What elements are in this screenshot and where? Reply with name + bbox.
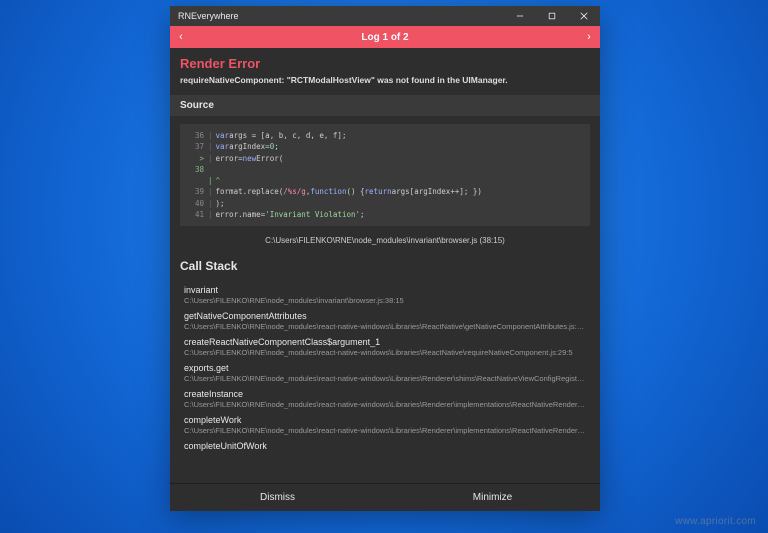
- dismiss-button[interactable]: Dismiss: [170, 484, 385, 511]
- stack-frame-function: createInstance: [184, 389, 586, 399]
- prev-log-button[interactable]: ‹: [170, 31, 192, 43]
- code-line: 39| format.replace(/%s/g,function() {ret…: [188, 186, 582, 197]
- app-window: RNEverywhere ‹ Log 1 of 2 › Render Error…: [170, 6, 600, 511]
- error-body[interactable]: Source 36|var args = [a, b, c, d, e, f];…: [170, 95, 600, 483]
- stack-frame-function: createReactNativeComponentClass$argument…: [184, 337, 586, 347]
- close-window-button[interactable]: [568, 6, 600, 26]
- stack-frame-function: getNativeComponentAttributes: [184, 311, 586, 321]
- source-file-path: C:\Users\FILENKO\RNE\node_modules\invari…: [170, 234, 600, 253]
- next-log-button[interactable]: ›: [578, 31, 600, 43]
- error-title: Render Error: [180, 56, 590, 71]
- minimize-window-button[interactable]: [504, 6, 536, 26]
- stack-frame-function: completeUnitOfWork: [184, 441, 586, 451]
- close-icon: [580, 12, 588, 20]
- log-counter: Log 1 of 2: [192, 32, 578, 43]
- call-stack-list: invariant C:\Users\FILENKO\RNE\node_modu…: [170, 277, 600, 453]
- stack-frame-path: C:\Users\FILENKO\RNE\node_modules\react-…: [184, 374, 586, 383]
- source-section-header: Source: [170, 95, 600, 116]
- error-header: Render Error requireNativeComponent: "RC…: [170, 48, 600, 95]
- code-line: |^: [188, 175, 582, 186]
- stack-frame-path: C:\Users\FILENKO\RNE\node_modules\react-…: [184, 322, 586, 331]
- log-navbar: ‹ Log 1 of 2 ›: [170, 26, 600, 48]
- stack-frame-function: completeWork: [184, 415, 586, 425]
- error-message: requireNativeComponent: "RCTModalHostVie…: [180, 75, 590, 85]
- code-line: 36|var args = [a, b, c, d, e, f];: [188, 130, 582, 141]
- code-line: 37|var argIndex=0;: [188, 141, 582, 152]
- desktop-background: RNEverywhere ‹ Log 1 of 2 › Render Error…: [0, 0, 768, 533]
- minimize-button[interactable]: Minimize: [385, 484, 600, 511]
- stack-frame-path: C:\Users\FILENKO\RNE\node_modules\react-…: [184, 426, 586, 435]
- stack-frame-function: invariant: [184, 285, 586, 295]
- footer-bar: Dismiss Minimize: [170, 483, 600, 511]
- stack-frame[interactable]: createInstance C:\Users\FILENKO\RNE\node…: [170, 385, 600, 411]
- watermark-text: www.apriorit.com: [675, 516, 756, 527]
- callstack-section-header: Call Stack: [170, 253, 600, 277]
- stack-frame-path: C:\Users\FILENKO\RNE\node_modules\invari…: [184, 296, 586, 305]
- stack-frame[interactable]: invariant C:\Users\FILENKO\RNE\node_modu…: [170, 281, 600, 307]
- minimize-icon: [516, 12, 524, 20]
- maximize-icon: [548, 12, 556, 20]
- stack-frame[interactable]: exports.get C:\Users\FILENKO\RNE\node_mo…: [170, 359, 600, 385]
- code-line: 40|);: [188, 198, 582, 209]
- source-code: 36|var args = [a, b, c, d, e, f]; 37|var…: [180, 124, 590, 226]
- code-line: 41|error.name='Invariant Violation';: [188, 209, 582, 220]
- window-title: RNEverywhere: [178, 11, 239, 21]
- stack-frame-path: C:\Users\FILENKO\RNE\node_modules\react-…: [184, 348, 586, 357]
- maximize-window-button[interactable]: [536, 6, 568, 26]
- stack-frame[interactable]: getNativeComponentAttributes C:\Users\FI…: [170, 307, 600, 333]
- stack-frame-path: C:\Users\FILENKO\RNE\node_modules\react-…: [184, 400, 586, 409]
- titlebar: RNEverywhere: [170, 6, 600, 26]
- stack-frame[interactable]: completeUnitOfWork: [170, 437, 600, 453]
- stack-frame[interactable]: completeWork C:\Users\FILENKO\RNE\node_m…: [170, 411, 600, 437]
- stack-frame[interactable]: createReactNativeComponentClass$argument…: [170, 333, 600, 359]
- code-line-highlighted: > 38|error=new Error(: [188, 153, 582, 176]
- stack-frame-function: exports.get: [184, 363, 586, 373]
